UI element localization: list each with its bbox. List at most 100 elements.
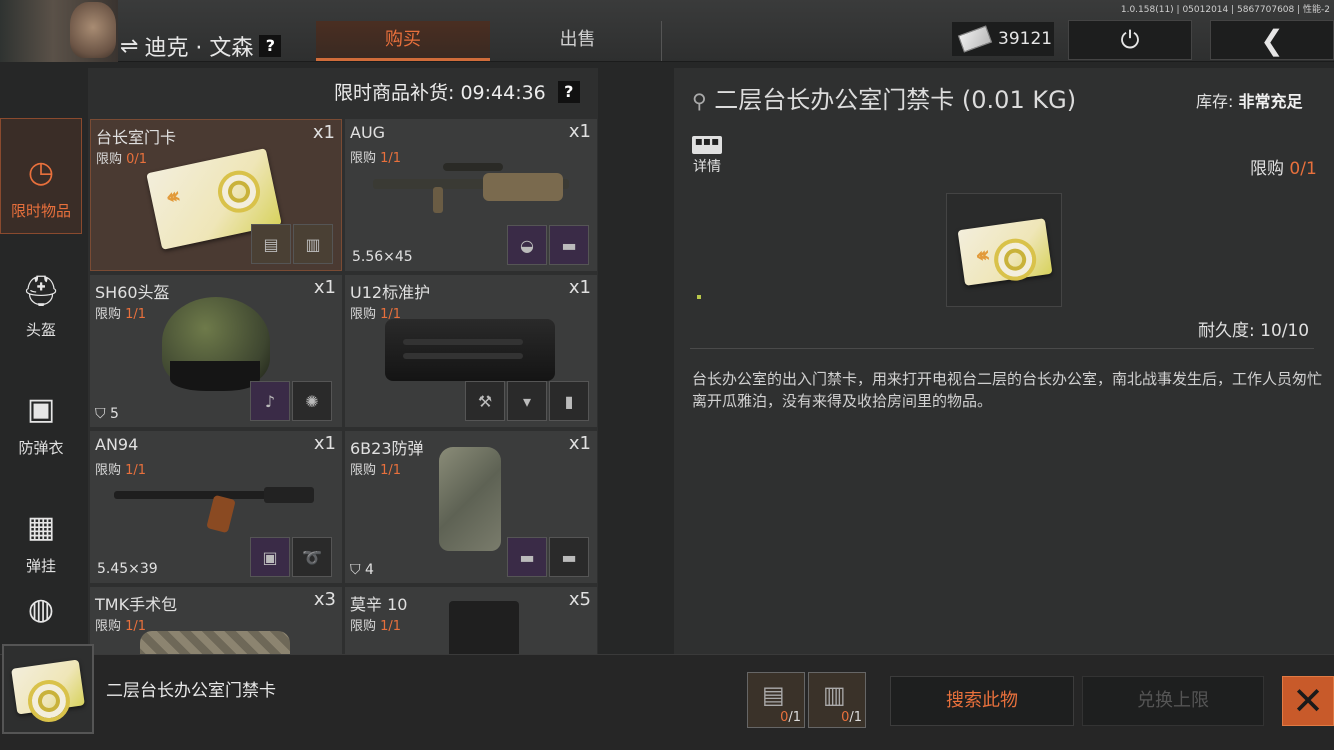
- swap-icon[interactable]: ⇌: [120, 34, 138, 59]
- item-qty: x3: [313, 589, 336, 610]
- item-card[interactable]: U12标准护 x1 限购 1/1 ⚒ ▾ ▮: [345, 275, 597, 427]
- search-item-button[interactable]: 搜索此物: [890, 676, 1074, 726]
- item-name: 6B23防弹: [350, 439, 424, 458]
- radio-icon: ▤: [762, 681, 785, 709]
- requirement-icons: ⚒ ▾ ▮: [465, 381, 589, 421]
- detail-panel: [674, 68, 1334, 654]
- version-info: 1.0.158(11) | 05012014 | 5867707608 | 性能…: [1120, 5, 1330, 15]
- sidebar-item-limited[interactable]: ◷ 限时物品: [0, 118, 82, 234]
- item-qty: x1: [313, 433, 336, 454]
- item-card[interactable]: AUG x1 限购 1/1 5.56×45 ◒ ▬: [345, 119, 597, 271]
- shield-icon: ⛉: [95, 406, 106, 422]
- item-qty: x1: [568, 121, 591, 142]
- sidebar-item-label: 限时物品: [10, 202, 71, 220]
- item-name: 台长室门卡: [96, 128, 177, 147]
- requirement-icons: ▬ ▬: [507, 537, 589, 577]
- detail-limit: 限购 0/1: [1250, 159, 1317, 179]
- item-card[interactable]: 莫辛 10 x5 限购 1/1: [345, 587, 597, 654]
- helmet-icon: ⛑: [21, 274, 61, 309]
- sidebar-item-label: 防弹衣: [18, 439, 64, 457]
- gun-icon: ▬: [549, 537, 589, 577]
- rifle-image: [373, 163, 573, 223]
- sidebar-item-helmet[interactable]: ⛑ 头盔: [0, 236, 82, 352]
- vest-image: [439, 447, 501, 551]
- tab-buy[interactable]: 购买: [316, 21, 490, 61]
- handguard-image: [385, 319, 555, 381]
- power-button[interactable]: ⏻: [1068, 20, 1192, 60]
- item-limit: 限购 1/1: [350, 619, 402, 634]
- cost-item: ▥ 0/1: [808, 672, 866, 728]
- restock-help-button[interactable]: ?: [557, 80, 580, 103]
- clock-icon: ◷: [27, 155, 55, 190]
- avatar[interactable]: [0, 0, 118, 62]
- gear-icon: ✺: [292, 381, 332, 421]
- selected-item-name: 二层台长办公室门禁卡: [106, 681, 276, 701]
- back-button[interactable]: ❮: [1210, 20, 1334, 60]
- item-name: 莫辛 10: [350, 595, 408, 614]
- sidebar-item-rig[interactable]: ▦ 弹挂: [0, 472, 82, 588]
- requirement-icons: ◒ ▬: [507, 225, 589, 265]
- item-card[interactable]: 6B23防弹 x1 限购 1/1 ⛉ 4 ▬ ▬: [345, 431, 597, 583]
- stock-status: 库存: 非常充足: [1196, 92, 1303, 111]
- durability: 耐久度: 10/10: [1198, 321, 1310, 341]
- exchange-limit-button[interactable]: 兑换上限: [1082, 676, 1264, 726]
- item-qty: x1: [568, 433, 591, 454]
- backpack-icon: ◍: [27, 592, 55, 627]
- item-qty: x1: [568, 277, 591, 298]
- detail-title: ⚲ 二层台长办公室门禁卡 (0.01 KG): [692, 86, 1077, 114]
- cost-count: 0/1: [841, 710, 862, 725]
- radio-icon: ▤: [251, 224, 291, 264]
- medkit-image: [140, 631, 290, 654]
- cost-item: ▤ 0/1: [747, 672, 805, 728]
- item-name: AUG: [350, 123, 386, 142]
- power-icon: ⏻: [1120, 26, 1140, 54]
- sidebar-item-label: 弹挂: [25, 557, 56, 575]
- detail-item-image: [946, 193, 1062, 307]
- tab-sell[interactable]: 出售: [494, 21, 662, 61]
- item-card[interactable]: AN94 x1 限购 1/1 5.45×39 ▣ ➰: [90, 431, 342, 583]
- key-icon: ⚲: [692, 89, 707, 113]
- vest-icon: ▣: [26, 392, 56, 427]
- item-name: SH60头盔: [95, 283, 170, 302]
- cash-icon: [957, 25, 993, 53]
- item-card[interactable]: TMK手术包 x3 限购 1/1: [90, 587, 342, 654]
- item-name: TMK手术包: [95, 595, 178, 614]
- cable-icon: ➰: [292, 537, 332, 577]
- player-info: ⇌ 迪克 · 文森 ?: [120, 30, 282, 62]
- detail-info-button[interactable]: ▪▪▪ 详情: [692, 135, 722, 176]
- requirement-icons: ▣ ➰: [250, 537, 332, 577]
- armor-level: ⛉ 5: [95, 406, 119, 422]
- item-description: 台长办公室的出入门禁卡，用来打开电视台二层的台长办公室，南北战事发生后，工作人员…: [692, 370, 1323, 410]
- shield-icon: ⛉: [350, 562, 361, 578]
- device-icon: ▥: [293, 224, 333, 264]
- rifle-image: [114, 479, 320, 539]
- gun-icon: ▬: [507, 537, 547, 577]
- item-limit: 限购 1/1: [95, 307, 147, 322]
- guitar-icon: ♪: [250, 381, 290, 421]
- sidebar-item-label: 头盔: [25, 321, 56, 339]
- selected-item-thumb: [2, 644, 94, 734]
- player-name: 迪克 · 文森: [144, 36, 254, 61]
- helmet-strap: [170, 361, 260, 391]
- armor-level: ⛉ 4: [350, 562, 374, 578]
- sidebar-item-vest[interactable]: ▣ 防弹衣: [0, 354, 82, 470]
- close-button[interactable]: ✕: [1282, 676, 1334, 726]
- divider: [690, 348, 1314, 349]
- item-name: U12标准护: [350, 283, 431, 302]
- item-limit: 限购 1/1: [95, 619, 147, 634]
- item-caliber: 5.56×45: [352, 249, 413, 265]
- restock-label: 限时商品补货: 09:44:36: [334, 82, 546, 104]
- gun-icon: ▬: [549, 225, 589, 265]
- close-icon: ✕: [1292, 679, 1324, 723]
- chip-icon: ▣: [250, 537, 290, 577]
- hammer-icon: ⚒: [465, 381, 505, 421]
- item-limit: 限购 0/1: [96, 152, 148, 167]
- item-qty: x5: [568, 589, 591, 610]
- magazine-image: [449, 601, 519, 654]
- cost-count: 0/1: [780, 710, 801, 725]
- currency-display: 39121: [952, 22, 1054, 56]
- help-button[interactable]: ?: [259, 35, 282, 57]
- info-label: 详情: [693, 159, 721, 175]
- item-card[interactable]: 台长室门卡 x1 限购 0/1 ▤ ▥: [90, 119, 342, 271]
- item-card[interactable]: SH60头盔 x1 限购 1/1 ⛉ 5 ♪ ✺: [90, 275, 342, 427]
